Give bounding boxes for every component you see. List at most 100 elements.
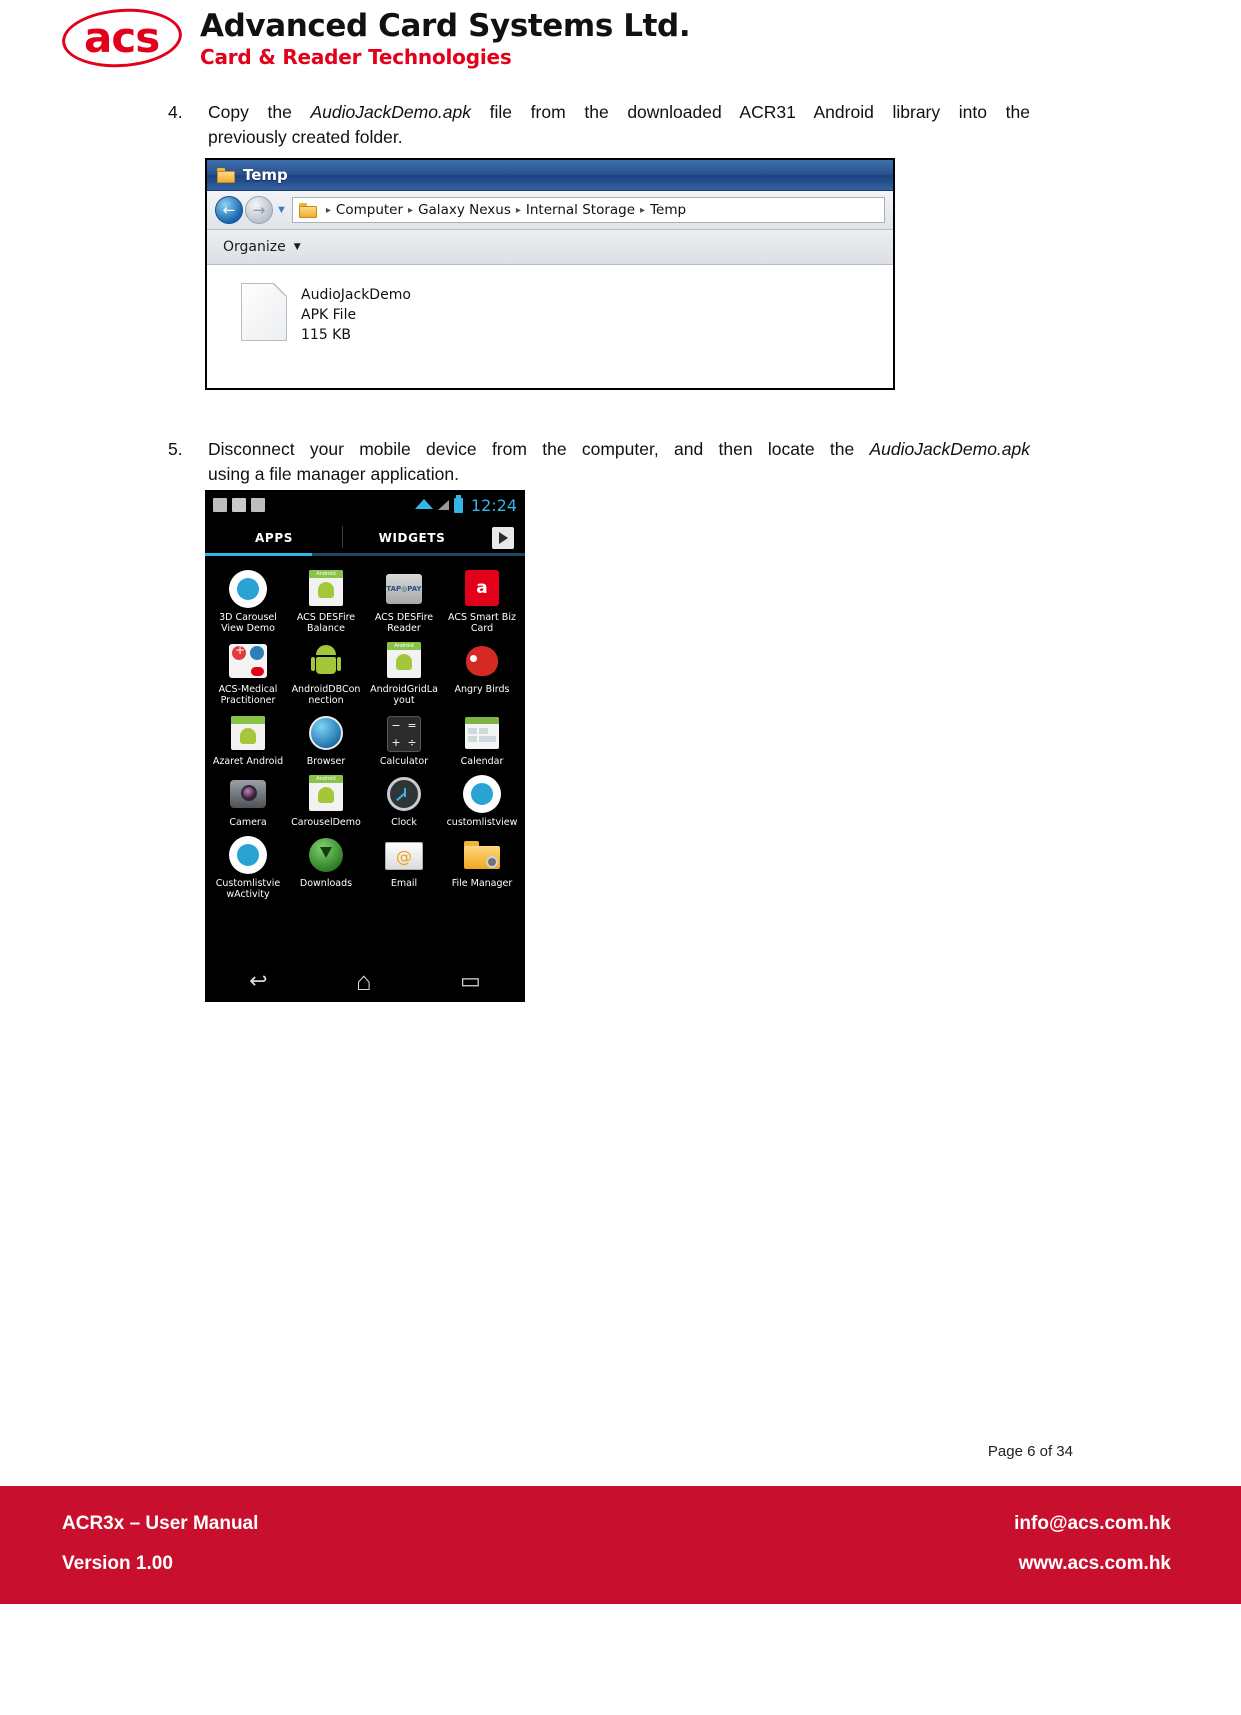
step-5-text: Disconnect your mobile device from the c… <box>208 437 1030 487</box>
windows-explorer-figure: Temp ← → ▼ ▸ Computer ▸ Galaxy Nexus ▸ I… <box>205 158 895 390</box>
app-item-customlistviewactivity[interactable]: CustomlistviewActivity <box>209 832 287 900</box>
breadcrumb-item-internal-storage[interactable]: Internal Storage <box>526 202 635 218</box>
breadcrumb[interactable]: ▸ Computer ▸ Galaxy Nexus ▸ Internal Sto… <box>291 197 885 223</box>
acs-red-icon: a <box>463 570 501 608</box>
footer-content: ACR3x – User Manual info@acs.com.hk Vers… <box>0 1486 1241 1604</box>
breadcrumb-sep-1: ▸ <box>408 204 414 216</box>
contact-email[interactable]: info@acs.com.hk <box>1014 1504 1171 1544</box>
step-4-filename: AudioJackDemo.apk <box>310 102 472 122</box>
app-item-carouseldemo[interactable]: Android CarouselDemo <box>287 771 365 828</box>
app-item-3d-carousel-view-demo[interactable]: 3D Carousel View Demo <box>209 566 287 634</box>
app-label: Browser <box>306 756 346 767</box>
email-icon: @ <box>385 836 423 874</box>
breadcrumb-sep-3: ▸ <box>640 204 646 216</box>
breadcrumb-folder-icon <box>298 202 317 218</box>
app-item-customlistview[interactable]: customlistview <box>443 771 521 828</box>
explorer-addressbar: ← → ▼ ▸ Computer ▸ Galaxy Nexus ▸ Intern… <box>207 191 893 230</box>
app-label: AndroidDBConnection <box>291 684 361 706</box>
app-label: customlistview <box>446 817 518 828</box>
battery-icon <box>453 494 463 513</box>
calendar-icon <box>463 714 501 752</box>
step-5: 5. Disconnect your mobile device from th… <box>168 437 1030 487</box>
breadcrumb-sep-0: ▸ <box>325 204 331 216</box>
app-item-downloads[interactable]: Downloads <box>287 832 365 900</box>
organize-button[interactable]: Organize <box>223 239 286 255</box>
step-5-line2: using a file manager application. <box>208 464 459 484</box>
nav-home-icon[interactable]: ⌂ <box>356 966 372 997</box>
tab-widgets[interactable]: WIDGETS <box>343 520 481 556</box>
app-item-clock[interactable]: Clock <box>365 771 443 828</box>
tab-apps-label: APPS <box>255 531 293 545</box>
play-store-shop-icon <box>492 527 514 549</box>
app-label: ACS DESFire Reader <box>374 612 434 634</box>
app-item-email[interactable]: @ Email <box>365 832 443 900</box>
file-list-item[interactable]: AudioJackDemo APK File 115 KB <box>301 283 411 388</box>
app-item-acs-desfire-reader[interactable]: TAP◎PAY ACS DESFire Reader <box>365 566 443 634</box>
forward-arrow-icon[interactable]: → <box>245 196 273 224</box>
app-label: CustomlistviewActivity <box>215 878 281 900</box>
step-5-pre: Disconnect your mobile device from the c… <box>208 439 870 459</box>
nav-recents-icon[interactable]: ▭ <box>460 968 481 994</box>
breadcrumb-item-galaxy-nexus[interactable]: Galaxy Nexus <box>418 202 511 218</box>
explorer-file-list: AudioJackDemo APK File 115 KB <box>207 265 893 388</box>
app-item-angry-birds[interactable]: Angry Birds <box>443 638 521 706</box>
calculator-icon: − = + ÷ <box>385 714 423 752</box>
tab-apps[interactable]: APPS <box>205 520 343 556</box>
organize-caret-icon[interactable]: ▼ <box>294 242 301 252</box>
app-item-azaret-android[interactable]: Azaret Android <box>209 710 287 767</box>
app-item-androiddbconnection[interactable]: AndroidDBConnection <box>287 638 365 706</box>
app-item-acs-smart-biz-card[interactable]: a ACS Smart Biz Card <box>443 566 521 634</box>
tab-active-underline <box>205 553 312 556</box>
play-store-shop-button[interactable] <box>481 520 525 556</box>
app-item-acs-desfire-balance[interactable]: Android ACS DESFire Balance <box>287 566 365 634</box>
calc-key-plus: + <box>391 736 401 749</box>
statusbar-system-icons: 12:24 <box>414 490 517 520</box>
logo-textblock: Advanced Card Systems Ltd. Card & Reader… <box>200 8 691 70</box>
app-label: Clock <box>391 817 417 828</box>
app-label: Angry Birds <box>454 684 510 695</box>
step-4-pre: Copy the <box>208 102 311 122</box>
calc-key-divide: ÷ <box>407 736 417 749</box>
app-label: Azaret Android <box>212 756 284 767</box>
camera-icon <box>229 775 267 813</box>
carousel-person-icon <box>229 570 267 608</box>
app-item-calculator[interactable]: − = + ÷ Calculator <box>365 710 443 767</box>
step-4-post: file from the downloaded ACR31 Android l… <box>471 102 1030 122</box>
company-tagline: Card & Reader Technologies <box>200 45 512 69</box>
app-label: ACS Smart Biz Card <box>448 612 516 634</box>
company-name: Advanced Card Systems Ltd. <box>200 8 691 44</box>
app-label: AndroidGridLayout <box>370 684 438 706</box>
apk-file-icon[interactable] <box>241 283 287 341</box>
android-card-icon: Android <box>307 570 345 608</box>
app-item-browser[interactable]: Browser <box>287 710 365 767</box>
medical-icon <box>229 642 267 680</box>
footer-row-top: ACR3x – User Manual info@acs.com.hk <box>62 1504 1171 1544</box>
app-label: ACS DESFire Balance <box>296 612 356 634</box>
android-card-icon: Android <box>385 642 423 680</box>
acs-logo-icon: acs <box>60 4 188 72</box>
app-label: ACS-Medical Practitioner <box>218 684 278 706</box>
app-item-file-manager[interactable]: File Manager <box>443 832 521 900</box>
download-icon <box>213 498 227 512</box>
azaret-icon <box>229 714 267 752</box>
carousel-person-icon <box>463 775 501 813</box>
android-robot-icon <box>307 642 345 680</box>
company-website[interactable]: www.acs.com.hk <box>1019 1544 1171 1584</box>
step-5-number: 5. <box>168 439 183 459</box>
back-arrow-icon[interactable]: ← <box>215 196 243 224</box>
breadcrumb-item-computer[interactable]: Computer <box>336 202 403 218</box>
app-item-calendar[interactable]: Calendar <box>443 710 521 767</box>
step-4-text: Copy the AudioJackDemo.apk file from the… <box>208 100 1030 150</box>
explorer-window-title: Temp <box>243 166 288 184</box>
nav-back-icon[interactable]: ↩ <box>249 968 267 994</box>
app-item-androidgridlayout[interactable]: Android AndroidGridLayout <box>365 638 443 706</box>
app-item-camera[interactable]: Camera <box>209 771 287 828</box>
chevron-down-icon[interactable]: ▼ <box>276 204 287 216</box>
explorer-toolbar: Organize ▼ <box>207 230 893 265</box>
image-icon <box>232 498 246 512</box>
app-label: Downloads <box>299 878 353 889</box>
step-5-filename: AudioJackDemo.apk <box>869 439 1031 459</box>
app-item-acs-medical-practitioner[interactable]: ACS-Medical Practitioner <box>209 638 287 706</box>
breadcrumb-item-temp[interactable]: Temp <box>650 202 686 218</box>
tab-widgets-label: WIDGETS <box>378 531 446 545</box>
